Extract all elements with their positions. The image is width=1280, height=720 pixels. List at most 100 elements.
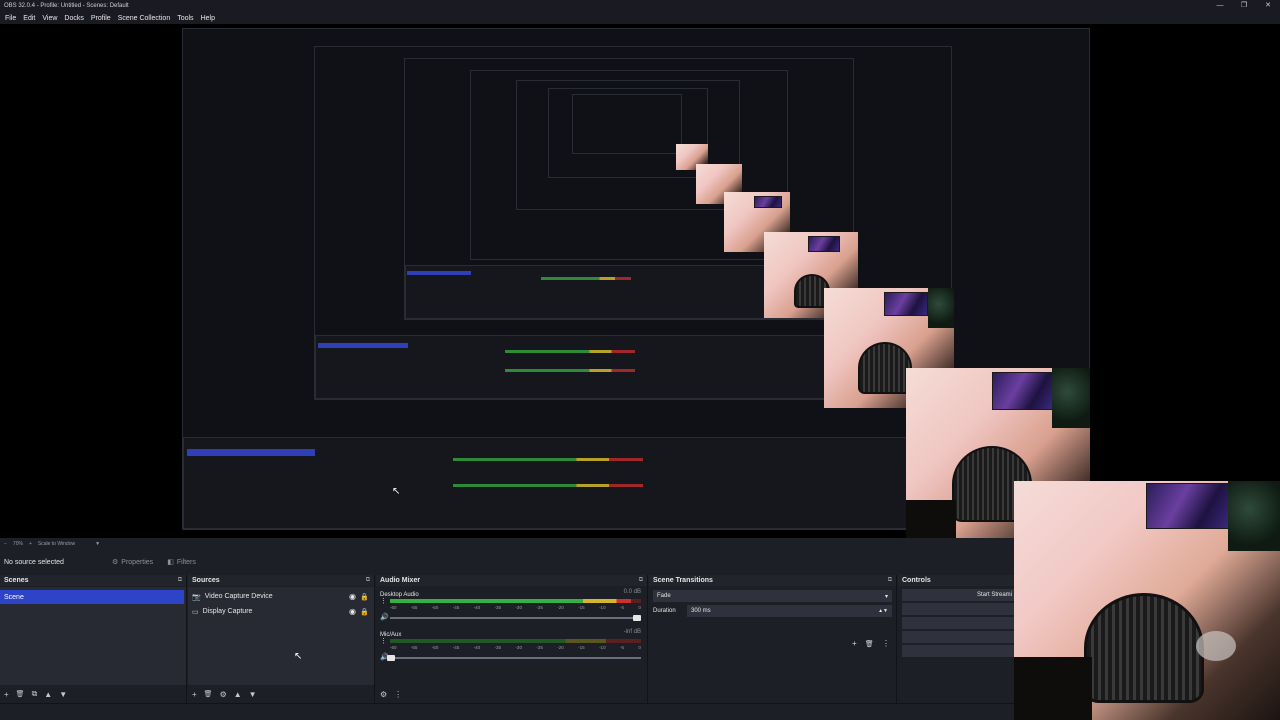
speaker bbox=[1196, 631, 1236, 661]
scene-item[interactable]: Scene bbox=[0, 590, 184, 604]
undock-icon[interactable]: ⧉ bbox=[639, 577, 643, 584]
scene-transitions-dock: Scene Transitions ⧉ Fade ▾ Duration 300 … bbox=[649, 575, 897, 703]
mouse-cursor: ↖ bbox=[294, 651, 303, 662]
menu-file[interactable]: File bbox=[5, 15, 16, 22]
zoom-plus-button[interactable]: + bbox=[29, 541, 32, 547]
tick-label: -50 bbox=[431, 645, 439, 650]
source-item-video-capture[interactable]: 📷 Video Capture Device ◉ 🔒 bbox=[188, 589, 374, 604]
mixer-menu-button[interactable]: ⋮ bbox=[394, 690, 402, 699]
undock-icon[interactable]: ⧉ bbox=[178, 577, 182, 584]
source-item-display-capture[interactable]: ▭ Display Capture ◉ 🔒 bbox=[188, 604, 374, 619]
undock-icon[interactable]: ⧉ bbox=[366, 577, 370, 584]
source-properties-button[interactable]: ⚙ bbox=[220, 690, 227, 699]
audio-mixer-footer: ⚙ ⋮ bbox=[376, 685, 647, 703]
scene-filters-button[interactable]: ⧉ bbox=[32, 689, 38, 699]
minimize-button[interactable]: — bbox=[1208, 0, 1232, 12]
speaker-icon[interactable]: 🔊 bbox=[380, 613, 389, 621]
start-recording-button[interactable] bbox=[902, 603, 1016, 615]
transition-select[interactable]: Fade ▾ bbox=[653, 590, 892, 602]
tick-label: -60 bbox=[390, 605, 397, 610]
add-source-button[interactable]: + bbox=[192, 690, 197, 699]
spinner-arrows-icon[interactable]: ▲▼ bbox=[878, 608, 888, 614]
menu-view[interactable]: View bbox=[42, 15, 57, 22]
studio-mode-button[interactable] bbox=[902, 631, 1016, 643]
monitor-icon: ▭ bbox=[192, 608, 199, 616]
audio-mixer-title: Audio Mixer bbox=[380, 577, 421, 584]
properties-label: Properties bbox=[121, 558, 154, 566]
undock-icon[interactable]: ⧉ bbox=[888, 577, 892, 584]
move-scene-down-button[interactable]: ▼ bbox=[59, 690, 67, 699]
wall-poster bbox=[1146, 483, 1230, 529]
scenes-dock: Scenes ⧉ Scene + 🗑 ⧉ ▲ ▼ bbox=[0, 575, 187, 703]
advanced-audio-button[interactable]: ⚙ bbox=[380, 690, 387, 699]
maximize-button[interactable]: ❐ bbox=[1232, 0, 1256, 12]
add-scene-button[interactable]: + bbox=[4, 690, 9, 699]
start-streaming-button[interactable]: Start Streami bbox=[902, 589, 1016, 601]
channel-menu-icon[interactable]: ⋮ bbox=[380, 637, 387, 645]
mouse-cursor-nested: ↖ bbox=[392, 486, 401, 497]
nested-scene-selected-3 bbox=[407, 271, 471, 275]
tick-label: -50 bbox=[431, 605, 439, 610]
channel-menu-icon[interactable]: ⋮ bbox=[380, 597, 387, 605]
menu-profile[interactable]: Profile bbox=[91, 15, 111, 22]
window-title: OBS 32.0.4 - Profile: Untitled - Scenes:… bbox=[4, 3, 129, 9]
webcam-overlay bbox=[1014, 481, 1280, 720]
remove-source-button[interactable]: 🗑 bbox=[204, 690, 213, 698]
lock-icon[interactable]: 🔒 bbox=[360, 593, 369, 601]
remove-transition-button[interactable]: 🗑 bbox=[865, 641, 874, 648]
controls-title: Controls bbox=[902, 577, 931, 584]
visibility-eye-icon[interactable]: ◉ bbox=[349, 607, 356, 616]
audio-channels: Desktop Audio 0.0 dB ⋮ -60 -55 -50 -45 -40 -3… bbox=[376, 587, 647, 685]
move-source-down-button[interactable]: ▼ bbox=[249, 690, 257, 699]
audio-mixer-header: Audio Mixer ⧉ bbox=[376, 575, 647, 586]
slider-knob[interactable] bbox=[633, 615, 641, 621]
nested-obs-window-7 bbox=[572, 94, 682, 154]
settings-button[interactable] bbox=[902, 645, 1016, 657]
zoom-level[interactable]: 70% bbox=[13, 541, 23, 547]
duration-spinbox[interactable]: 300 ms ▲▼ bbox=[687, 605, 892, 617]
office-chair bbox=[1084, 593, 1204, 703]
scale-mode-select[interactable]: Scale to Window bbox=[38, 541, 75, 547]
menu-tools[interactable]: Tools bbox=[177, 15, 193, 22]
filters-button[interactable]: ◧ Filters bbox=[167, 558, 196, 567]
remove-scene-button[interactable]: 🗑 bbox=[16, 690, 25, 698]
sources-dock-header: Sources ⧉ bbox=[188, 575, 374, 586]
no-source-label: No source selected bbox=[4, 558, 64, 566]
visibility-eye-icon[interactable]: ◉ bbox=[349, 592, 356, 601]
tick-label: -55 bbox=[410, 645, 418, 650]
menu-edit[interactable]: Edit bbox=[23, 15, 35, 22]
zoom-minus-button[interactable]: − bbox=[4, 541, 7, 547]
lock-icon[interactable]: 🔒 bbox=[360, 608, 369, 616]
mixer-channel-mic: Mic/Aux -inf dB ⋮ -60 -55 -50 -45 -40 -35 -30-… bbox=[376, 627, 647, 667]
title-bar: OBS 32.0.4 - Profile: Untitled - Scenes:… bbox=[0, 0, 1280, 12]
move-source-up-button[interactable]: ▲ bbox=[234, 690, 242, 699]
duration-label: Duration bbox=[653, 608, 676, 614]
move-scene-up-button[interactable]: ▲ bbox=[44, 690, 52, 699]
menu-docks[interactable]: Docks bbox=[64, 15, 83, 22]
tick-label: -55 bbox=[410, 605, 418, 610]
preview-canvas[interactable]: ↖ bbox=[0, 24, 1280, 538]
chevron-down-icon[interactable]: ▼ bbox=[95, 541, 100, 547]
add-transition-button[interactable]: + bbox=[852, 639, 857, 648]
properties-button[interactable]: ⚙ Properties bbox=[112, 558, 154, 567]
tick-label: 0 bbox=[638, 605, 641, 610]
plant bbox=[1228, 481, 1280, 551]
duration-row: Duration 300 ms ▲▼ bbox=[653, 605, 892, 617]
tick-label: -20 bbox=[557, 645, 564, 650]
volume-slider[interactable] bbox=[390, 615, 641, 621]
mixer-channel-desktop: Desktop Audio 0.0 dB ⋮ -60 -55 -50 -45 -40 -3… bbox=[376, 587, 647, 627]
close-button[interactable]: ✕ bbox=[1256, 0, 1280, 12]
tick-label: -30 bbox=[515, 645, 522, 650]
transition-menu-button[interactable]: ⋮ bbox=[882, 639, 890, 648]
chevron-down-icon: ▾ bbox=[884, 593, 888, 600]
menu-scene-collection[interactable]: Scene Collection bbox=[118, 15, 171, 22]
tick-label: -10 bbox=[599, 605, 606, 610]
virtual-camera-button[interactable] bbox=[902, 617, 1016, 629]
nested-scene-selected-2 bbox=[318, 343, 408, 348]
transition-tools: + 🗑 ⋮ bbox=[846, 639, 890, 648]
tick-label: -15 bbox=[578, 605, 585, 610]
menu-help[interactable]: Help bbox=[201, 15, 215, 22]
volume-slider[interactable] bbox=[387, 655, 641, 661]
slider-knob[interactable] bbox=[387, 655, 396, 661]
nested-meter-2 bbox=[453, 484, 643, 487]
